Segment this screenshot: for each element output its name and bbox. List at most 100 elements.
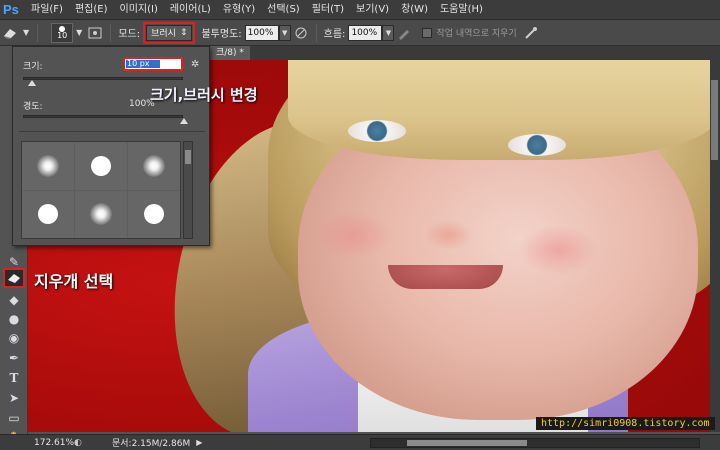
type-tool[interactable]: T xyxy=(3,368,25,388)
soft-round-brush-icon xyxy=(90,203,112,226)
hardness-slider-thumb[interactable] xyxy=(180,118,188,124)
annotation-brush-change: 크기,브러시 변경 xyxy=(150,86,258,104)
blur-icon: ● xyxy=(8,312,20,326)
photo-bangs xyxy=(288,60,718,160)
mode-value: 브러시 xyxy=(151,29,176,39)
brush-tip-cell[interactable] xyxy=(22,190,74,238)
brush-size-readout: 10 xyxy=(57,30,68,40)
menu-window[interactable]: 창(W) xyxy=(395,0,434,20)
separator xyxy=(37,23,39,42)
brush-preset-panel: 크기: 10 px ✲ 경도: 100% xyxy=(12,46,210,246)
chevron-down-icon[interactable]: ▼ xyxy=(23,28,29,37)
hard-round-brush-icon xyxy=(91,155,111,176)
dodge-icon: ◉ xyxy=(8,331,20,345)
menu-filter[interactable]: 필터(T) xyxy=(306,0,350,20)
hard-round-brush-icon xyxy=(38,204,58,225)
path-select-icon: ➤ xyxy=(8,391,20,405)
brush-icon: ✎ xyxy=(8,255,20,269)
document-info: 문서:2.15M/2.86M xyxy=(112,439,191,449)
document-tab[interactable]: 크/8) * xyxy=(210,46,250,60)
mode-label: 모드: xyxy=(118,29,141,40)
pressure-size-icon[interactable] xyxy=(521,24,541,42)
vertical-scrollbar[interactable] xyxy=(710,60,720,432)
horizontal-scroll-thumb[interactable] xyxy=(407,440,527,446)
brush-preset-picker[interactable]: 10 xyxy=(51,22,74,43)
hardness-label: 경도: xyxy=(23,102,43,112)
soft-round-brush-icon xyxy=(143,154,165,177)
app-logo: Ps xyxy=(3,1,19,17)
status-bar: 172.61% ◐ 문서:2.15M/2.86M ▶ xyxy=(0,434,720,450)
size-slider[interactable] xyxy=(23,77,183,86)
paint-bucket-icon: ◆ xyxy=(9,293,19,307)
paint-bucket-tool[interactable]: ◆ xyxy=(3,290,25,310)
separator xyxy=(315,23,317,42)
mode-highlight: 브러시 ⇕ xyxy=(143,21,196,44)
flow-slider-toggle[interactable]: ▼ xyxy=(382,24,395,41)
blur-tool[interactable]: ● xyxy=(3,309,25,329)
menu-layer[interactable]: 레이어(L) xyxy=(164,0,217,20)
mode-select[interactable]: 브러시 ⇕ xyxy=(146,24,193,41)
document-tab-strip: 크/8) * xyxy=(210,46,720,60)
brush-tip-cell[interactable] xyxy=(128,142,180,190)
erase-to-history-checkbox[interactable] xyxy=(422,27,433,38)
panel-divider xyxy=(19,131,205,132)
photo-eye-right xyxy=(508,134,566,156)
menu-view[interactable]: 보기(V) xyxy=(350,0,395,20)
gear-icon[interactable]: ✲ xyxy=(191,59,199,70)
menu-image[interactable]: 이미지(I) xyxy=(114,0,164,20)
photo-mouth xyxy=(388,265,503,289)
brush-tip-cell[interactable] xyxy=(22,142,74,190)
photo-nose xyxy=(423,220,473,250)
erase-to-history-label: 작업 내역으로 지우기 xyxy=(436,29,517,39)
brush-tip-scroll-thumb[interactable] xyxy=(185,150,191,164)
airbrush-icon[interactable] xyxy=(394,24,414,42)
brush-tip-scrollbar[interactable] xyxy=(183,141,193,239)
shape-tool[interactable]: ▭ xyxy=(3,408,25,428)
soft-round-brush-icon xyxy=(37,154,59,177)
size-field[interactable]: 10 px xyxy=(123,57,183,71)
menu-help[interactable]: 도움말(H) xyxy=(434,0,489,20)
size-field-value: 10 px xyxy=(126,60,160,68)
dodge-tool[interactable]: ◉ xyxy=(3,328,25,348)
brush-tip-cell[interactable] xyxy=(128,190,180,238)
photo-cheek-right xyxy=(518,225,598,275)
pen-icon: ✒ xyxy=(8,351,20,365)
horizontal-scrollbar[interactable] xyxy=(370,438,700,448)
brush-tip-cell[interactable] xyxy=(75,190,127,238)
photo-cheek-left xyxy=(313,210,393,260)
brush-panel-toggle-icon[interactable] xyxy=(85,24,105,42)
menu-select[interactable]: 선택(S) xyxy=(261,0,306,20)
menu-type[interactable]: 유형(Y) xyxy=(217,0,261,20)
pen-tool[interactable]: ✒ xyxy=(3,348,25,368)
eraser-tool[interactable] xyxy=(3,268,25,288)
options-bar: ▼ 10 ▼ 모드: 브러시 ⇕ 불투명도: 100% ▼ 흐름: 100% ▼… xyxy=(0,20,720,46)
opacity-field[interactable]: 100% xyxy=(244,24,279,41)
hard-round-brush-icon xyxy=(144,204,164,225)
chevron-right-icon[interactable]: ▶ xyxy=(196,438,202,447)
chevron-down-icon[interactable]: ▼ xyxy=(76,28,82,37)
eraser-icon xyxy=(8,274,20,283)
brush-tip-cell[interactable] xyxy=(75,142,127,190)
opacity-label: 불투명도: xyxy=(201,29,242,40)
vertical-scroll-thumb[interactable] xyxy=(711,80,718,160)
updown-icon: ⇕ xyxy=(179,27,188,38)
hardness-slider[interactable] xyxy=(23,115,188,124)
path-select-tool[interactable]: ➤ xyxy=(3,388,25,408)
eraser-tool-preset-icon[interactable] xyxy=(0,24,20,42)
size-slider-thumb[interactable] xyxy=(28,80,36,86)
info-icon[interactable]: ◐ xyxy=(74,438,88,448)
opacity-slider-toggle[interactable]: ▼ xyxy=(278,24,291,41)
size-label: 크기: xyxy=(23,62,43,72)
flow-field[interactable]: 100% xyxy=(348,24,383,41)
watermark: http://simri0908.tistory.com xyxy=(536,417,715,430)
brush-tip-grid xyxy=(21,141,181,239)
menu-edit[interactable]: 편집(E) xyxy=(69,0,114,20)
type-icon: T xyxy=(9,371,19,385)
flow-label: 흐름: xyxy=(323,29,346,40)
photo-eye-left xyxy=(348,120,406,142)
menu-file[interactable]: 파일(F) xyxy=(25,0,69,20)
zoom-level[interactable]: 172.61% xyxy=(34,438,74,448)
pressure-opacity-icon[interactable] xyxy=(291,24,311,42)
separator xyxy=(110,23,112,42)
shape-icon: ▭ xyxy=(8,411,20,425)
